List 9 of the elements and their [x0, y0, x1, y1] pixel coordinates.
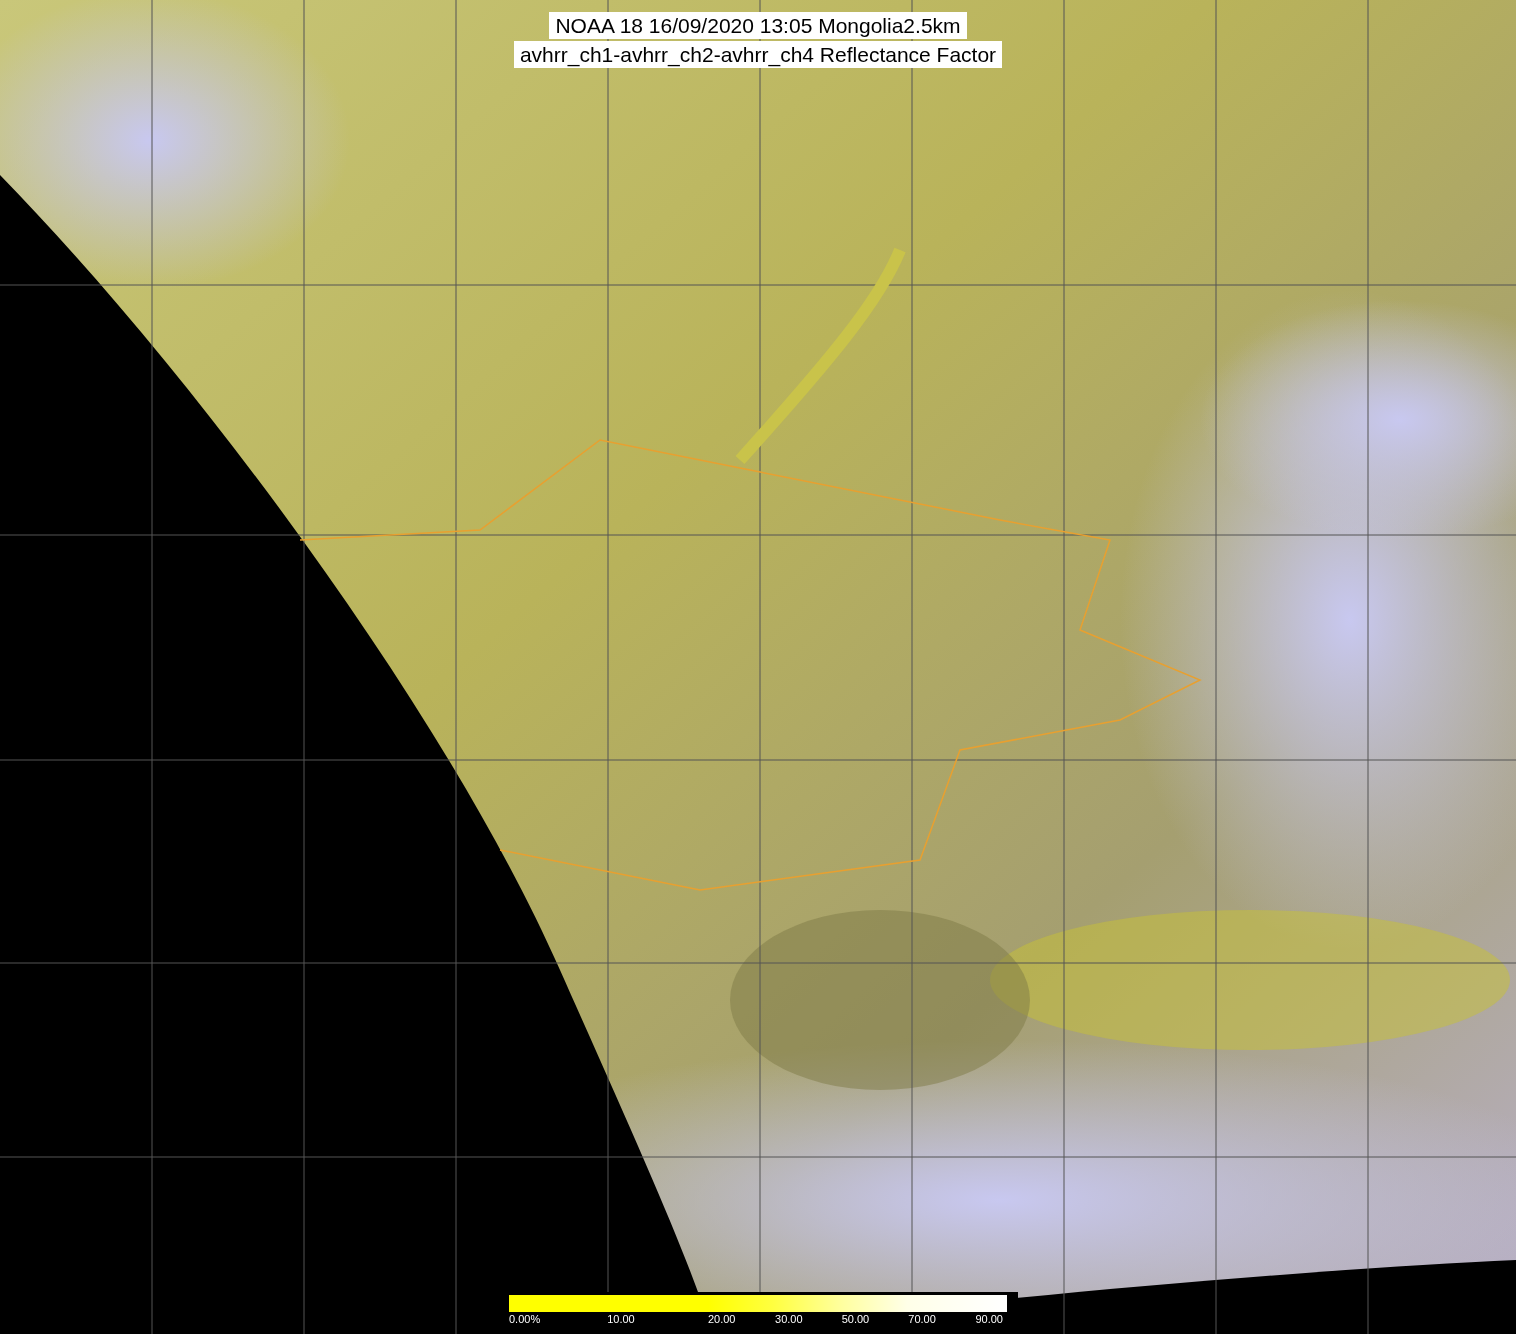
scale-label: 50.00 [841, 1313, 870, 1325]
scale-label: 90.00 [975, 1313, 1003, 1325]
scale-label: 0.00% [509, 1313, 541, 1325]
map-title: NOAA 18 16/09/2020 13:05 Mongolia2.5km [549, 12, 967, 39]
scale-label: 10.00 [607, 1313, 635, 1325]
map-title: avhrr_ch1-avhrr_ch2-avhrr_ch4 Reflectance Factor [513, 41, 1003, 68]
scale-label: 20.00 [707, 1313, 736, 1325]
scale-label: 30.00 [775, 1313, 803, 1325]
scale-label: 70.00 [908, 1313, 936, 1325]
